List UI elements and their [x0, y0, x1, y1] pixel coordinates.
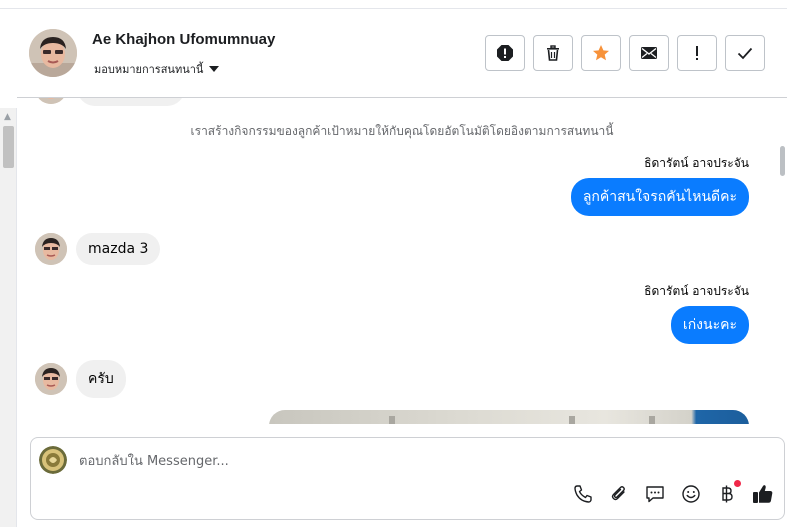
like-button[interactable] [752, 483, 774, 505]
mark-done-button[interactable] [725, 35, 765, 71]
header-actions [485, 35, 765, 71]
inbox-conversation-panel: ▲ Ae Khajhon Ufomumnuay มอบหมายการสนทนาน… [0, 0, 787, 527]
assign-conversation-dropdown[interactable]: มอบหมายการสนทนานี้ [94, 60, 220, 78]
mark-unread-button[interactable] [629, 35, 669, 71]
payment-button[interactable] [716, 480, 741, 505]
check-icon [737, 47, 753, 60]
image-detail [389, 416, 395, 424]
message-row-incoming: ครับ [35, 360, 126, 398]
message-bubble-outgoing[interactable]: เก่งนะคะ [670, 306, 749, 344]
emoji-button[interactable] [680, 483, 702, 505]
scroll-up-arrow-icon[interactable]: ▲ [4, 112, 11, 122]
message-bubble-incoming[interactable] [77, 98, 185, 106]
notification-dot [734, 480, 741, 487]
reply-composer [30, 437, 785, 520]
trash-icon [547, 45, 559, 61]
message-thread[interactable]: เราสร้างกิจกรรมของลูกค้าเป้าหมายให้กับคุ… [17, 98, 787, 424]
system-note: เราสร้างกิจกรรมของลูกค้าเป้าหมายให้กับคุ… [190, 124, 614, 138]
contact-avatar-small [35, 98, 67, 104]
message-bubble-outgoing[interactable]: ลูกค้าสนใจรถคันไหนดีคะ [570, 178, 749, 216]
message-bubble-incoming[interactable]: mazda 3 [76, 233, 161, 265]
exclamation-icon [696, 46, 698, 60]
page-logo-icon [39, 446, 67, 474]
delete-button[interactable] [533, 35, 573, 71]
message-row-incoming: mazda 3 [35, 233, 161, 265]
scrollbar-thumb[interactable] [780, 146, 785, 176]
composer-area [17, 424, 787, 527]
saved-replies-icon [646, 486, 664, 503]
phone-icon [574, 485, 592, 503]
follow-up-button[interactable] [581, 35, 621, 71]
left-scrollbar[interactable]: ▲ [0, 108, 17, 527]
saved-replies-button[interactable] [644, 483, 666, 505]
call-button[interactable] [572, 483, 594, 505]
contact-avatar-small[interactable] [35, 363, 67, 395]
contact-name[interactable]: Ae Khajhon Ufomumnuay [92, 31, 275, 48]
paperclip-icon [611, 486, 625, 501]
mark-spam-button[interactable] [485, 35, 525, 71]
attach-button[interactable] [608, 483, 630, 505]
scrollbar-thumb[interactable] [3, 126, 14, 168]
emoji-icon [682, 485, 700, 503]
message-bubble-incoming[interactable]: ครับ [76, 360, 126, 398]
image-attachment[interactable] [269, 410, 749, 424]
baht-icon [722, 485, 733, 503]
spam-icon [497, 45, 513, 61]
image-detail [569, 416, 575, 424]
assign-label: มอบหมายการสนทนานี้ [94, 63, 204, 76]
contact-avatar[interactable] [29, 29, 77, 77]
caret-down-icon [209, 66, 220, 72]
star-icon [593, 45, 609, 61]
reply-input[interactable] [79, 450, 679, 472]
mark-important-button[interactable] [677, 35, 717, 71]
composer-tools [572, 480, 774, 505]
conversation-header: Ae Khajhon Ufomumnuay มอบหมายการสนทนานี้ [17, 9, 787, 98]
thread-scrollbar[interactable] [777, 98, 787, 424]
envelope-icon [641, 47, 657, 59]
sender-name: ธิดารัตน์ อาจประจัน [644, 284, 749, 298]
image-detail [649, 416, 655, 424]
like-icon [753, 485, 773, 503]
contact-avatar-small[interactable] [35, 233, 67, 265]
sender-name: ธิดารัตน์ อาจประจัน [644, 156, 749, 170]
